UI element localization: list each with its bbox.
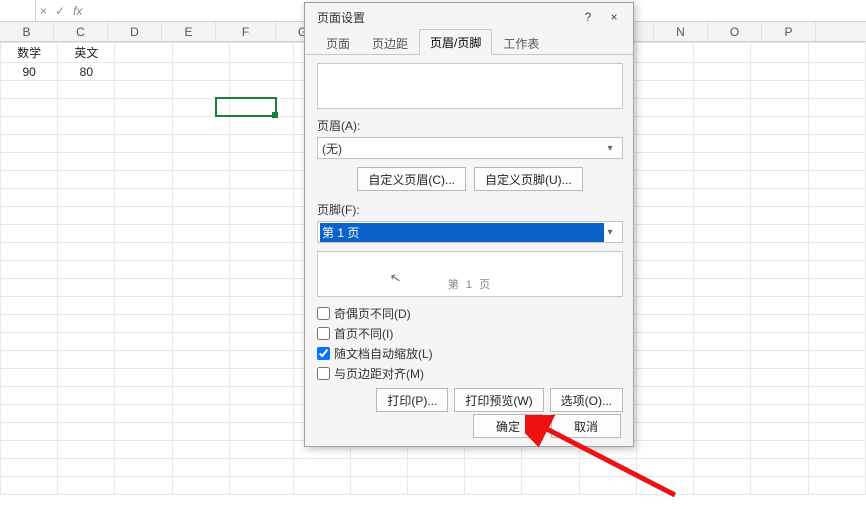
footer-preview-text: 第 1 页: [448, 276, 492, 292]
print-button[interactable]: 打印(P)...: [376, 388, 448, 412]
cell[interactable]: [172, 43, 229, 63]
tab-sheet[interactable]: 工作表: [492, 30, 550, 55]
fb-enter-icon[interactable]: ✓: [55, 4, 65, 18]
page-setup-dialog: 页面设置 ? × 页面 页边距 页眉/页脚 工作表 页眉(A): (无) ▾ 自…: [304, 2, 634, 447]
chevron-down-icon: ▾: [602, 143, 618, 154]
checkbox[interactable]: [317, 347, 330, 360]
options-button[interactable]: 选项(O)...: [550, 388, 623, 412]
chevron-down-icon: ▾: [602, 227, 618, 238]
checkbox[interactable]: [317, 327, 330, 340]
header-preview: [317, 63, 623, 109]
fx-icon[interactable]: fx: [73, 4, 82, 18]
chk-align-margins[interactable]: 与页边距对齐(M): [317, 365, 623, 382]
col-header-O[interactable]: O: [708, 22, 762, 41]
chk-scale-with-doc[interactable]: 随文档自动缩放(L): [317, 345, 623, 362]
dialog-tabs: 页面 页边距 页眉/页脚 工作表: [305, 31, 633, 55]
cell[interactable]: 80: [58, 63, 115, 81]
cell[interactable]: 90: [1, 63, 58, 81]
col-header-B[interactable]: B: [0, 22, 54, 41]
custom-footer-button[interactable]: 自定义页脚(U)...: [474, 167, 583, 191]
chk-label: 与页边距对齐(M): [334, 365, 424, 382]
col-header-P[interactable]: P: [762, 22, 816, 41]
fb-cancel-icon[interactable]: ×: [40, 4, 47, 18]
footer-preview: ↖ 第 1 页: [317, 251, 623, 297]
col-header-N[interactable]: N: [654, 22, 708, 41]
footer-dropdown[interactable]: 第 1 页 ▾: [317, 221, 623, 243]
cell[interactable]: [115, 43, 172, 63]
col-header-E[interactable]: E: [162, 22, 216, 41]
cell[interactable]: 数学: [1, 43, 58, 63]
close-button[interactable]: ×: [601, 6, 627, 28]
chk-label: 首页不同(I): [334, 325, 393, 342]
header-label: 页眉(A):: [317, 117, 623, 134]
chk-diff-odd-even[interactable]: 奇偶页不同(D): [317, 305, 623, 322]
cell[interactable]: [229, 43, 293, 63]
checkbox[interactable]: [317, 367, 330, 380]
custom-header-button[interactable]: 自定义页眉(C)...: [357, 167, 466, 191]
chk-diff-first[interactable]: 首页不同(I): [317, 325, 623, 342]
print-preview-button[interactable]: 打印预览(W): [454, 388, 543, 412]
header-dropdown[interactable]: (无) ▾: [317, 137, 623, 159]
cursor-icon: ↖: [388, 269, 404, 287]
cancel-button[interactable]: 取消: [551, 414, 621, 438]
help-button[interactable]: ?: [575, 6, 601, 28]
name-box[interactable]: [0, 0, 36, 21]
chk-label: 奇偶页不同(D): [334, 305, 411, 322]
col-header-C[interactable]: C: [54, 22, 108, 41]
footer-dropdown-value: 第 1 页: [320, 223, 604, 242]
ok-button[interactable]: 确定: [473, 414, 543, 438]
header-dropdown-value: (无): [322, 140, 602, 157]
footer-label: 页脚(F):: [317, 201, 623, 218]
dialog-titlebar[interactable]: 页面设置 ? ×: [305, 3, 633, 31]
chk-label: 随文档自动缩放(L): [334, 345, 433, 362]
dialog-title: 页面设置: [317, 9, 575, 26]
col-header-D[interactable]: D: [108, 22, 162, 41]
col-header-F[interactable]: F: [216, 22, 276, 41]
tab-page[interactable]: 页面: [315, 30, 361, 55]
tab-header-footer[interactable]: 页眉/页脚: [419, 29, 492, 55]
cell[interactable]: 英文: [58, 43, 115, 63]
checkbox[interactable]: [317, 307, 330, 320]
tab-margins[interactable]: 页边距: [361, 30, 419, 55]
